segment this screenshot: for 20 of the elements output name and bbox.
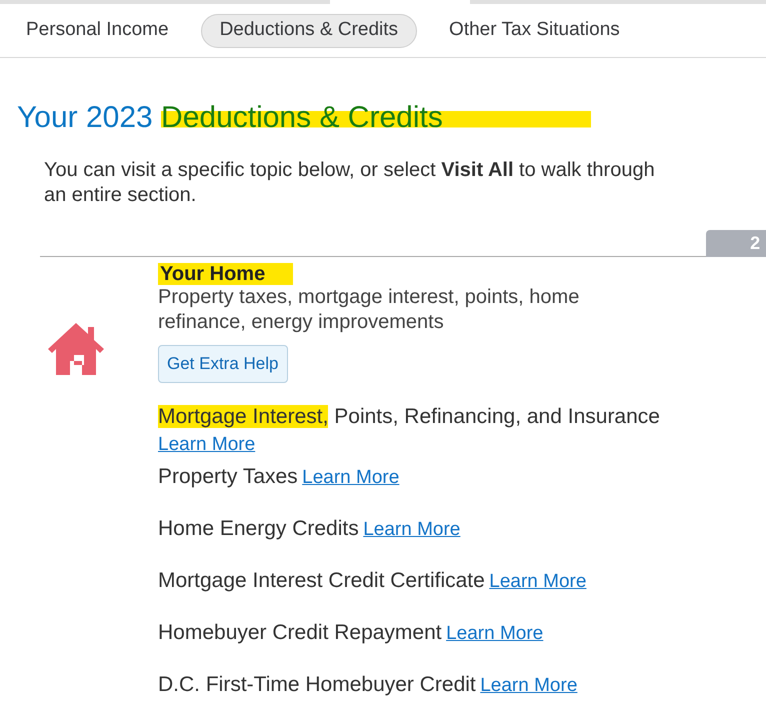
topic-label: D.C. First-Time Homebuyer Credit xyxy=(158,673,476,696)
learn-more-link[interactable]: Learn More xyxy=(489,571,586,592)
learn-more-link[interactable]: Learn More xyxy=(480,675,578,696)
section-heading: Your Home xyxy=(158,263,294,285)
intro-text: You can visit a specific topic below, or select Visit All to walk through an entire section. xyxy=(44,158,656,208)
topic-label: Property Taxes xyxy=(158,465,298,488)
learn-more-link[interactable]: Learn More xyxy=(363,519,460,540)
nav-tab[interactable]: Deductions & Credits xyxy=(200,14,418,48)
topic-label: Mortgage Interest, Points, Refinancing, and Insurance xyxy=(158,405,660,428)
topic-label: Home Energy Credits xyxy=(158,517,359,540)
topic-label: Mortgage Interest Credit Certificate xyxy=(158,569,485,592)
nav-tab[interactable]: Personal Income xyxy=(14,14,181,48)
nav-tab[interactable]: Other Tax Situations xyxy=(437,14,632,48)
learn-more-link[interactable]: Learn More xyxy=(302,467,400,488)
learn-more-link[interactable]: Learn More xyxy=(158,434,256,455)
section-description: Property taxes, mortgage interest, points, home refinance, energy improvements xyxy=(158,285,580,335)
get-extra-help-button[interactable]: Get Extra Help xyxy=(158,345,288,383)
topic-label: Homebuyer Credit Repayment xyxy=(158,621,442,644)
learn-more-link[interactable]: Learn More xyxy=(446,623,544,644)
house-icon xyxy=(48,321,104,375)
